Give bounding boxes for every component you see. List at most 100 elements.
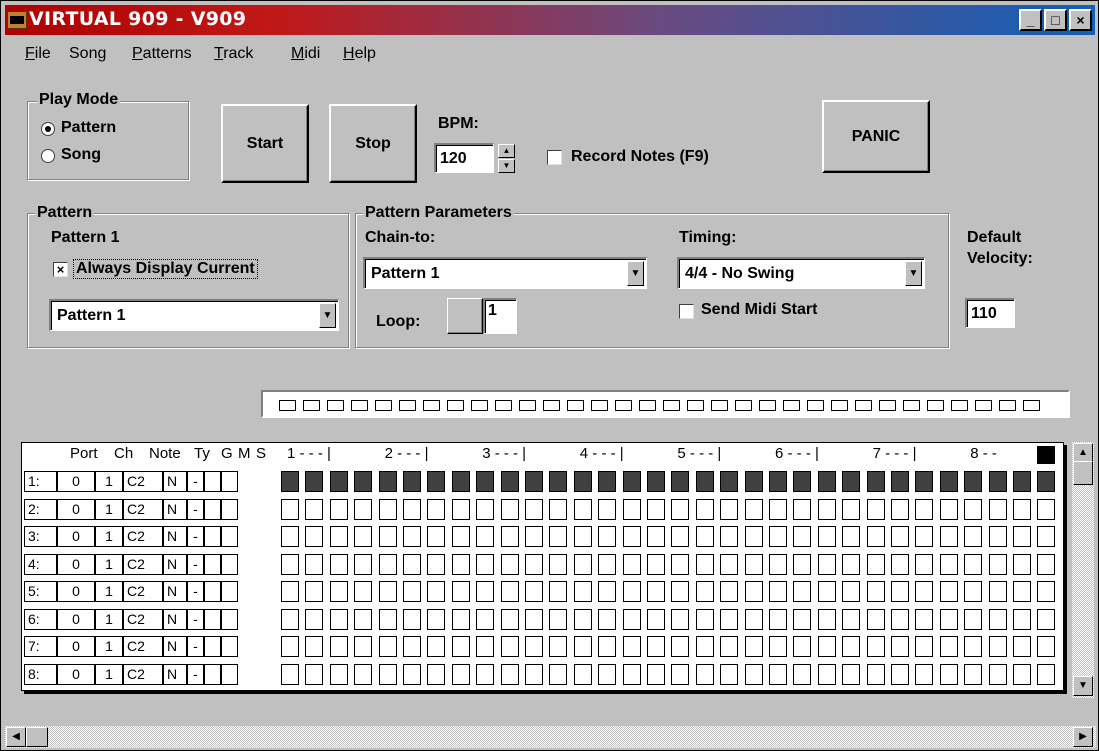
step-cell[interactable] (476, 608, 495, 630)
step-cell[interactable] (305, 663, 324, 685)
start-button[interactable]: Start (221, 104, 309, 183)
step-cell[interactable] (695, 663, 714, 685)
step-cell[interactable] (939, 581, 958, 602)
step-cell[interactable] (988, 608, 1007, 630)
step-cell[interactable] (549, 663, 568, 685)
step-cell[interactable] (647, 498, 665, 520)
step-cell[interactable] (988, 471, 1007, 492)
step-cell[interactable] (549, 581, 568, 602)
step-cell[interactable] (695, 608, 714, 630)
step-cell[interactable] (647, 581, 665, 602)
step-cell[interactable] (525, 553, 543, 575)
step-cell[interactable] (378, 553, 397, 575)
step-cell[interactable] (842, 663, 861, 685)
step-cell[interactable] (988, 581, 1007, 602)
step-cell[interactable] (842, 471, 861, 492)
step-cell[interactable] (500, 526, 519, 547)
track-ty-cell[interactable]: N (163, 608, 187, 630)
step-cell[interactable] (793, 471, 812, 492)
step-cell[interactable] (671, 526, 690, 547)
track-port-cell[interactable]: 0 (57, 636, 95, 657)
track-ty-cell[interactable]: N (163, 581, 187, 602)
step-cell[interactable] (866, 581, 885, 602)
step-cell[interactable] (866, 471, 885, 492)
step-cell[interactable] (793, 553, 812, 575)
step-cell[interactable] (891, 471, 909, 492)
step-cell[interactable] (817, 581, 836, 602)
minimize-button[interactable]: _ (1019, 9, 1042, 31)
step-cell[interactable] (793, 636, 812, 657)
step-cell[interactable] (891, 526, 909, 547)
radio-pattern-label[interactable]: Pattern (61, 119, 116, 137)
bpm-spin-up[interactable]: ▲ (498, 144, 515, 158)
step-cell[interactable] (281, 553, 299, 575)
step-cell[interactable] (647, 636, 665, 657)
step-cell[interactable] (842, 581, 861, 602)
step-cell[interactable] (964, 471, 983, 492)
pattern-select[interactable]: Pattern 1 ▼ (49, 299, 339, 331)
step-cell[interactable] (671, 663, 690, 685)
step-cell[interactable] (598, 608, 617, 630)
track-ty-cell[interactable]: N (163, 636, 187, 657)
track-num-cell[interactable]: 2: (24, 498, 57, 520)
title-bar[interactable]: VIRTUAL 909 - V909 _ □ × (5, 5, 1095, 35)
step-cell[interactable] (793, 663, 812, 685)
step-cell[interactable] (403, 498, 421, 520)
step-cell[interactable] (866, 498, 885, 520)
radio-song-label[interactable]: Song (61, 146, 101, 164)
step-cell[interactable] (647, 553, 665, 575)
step-cell[interactable] (964, 498, 983, 520)
step-cell[interactable] (549, 608, 568, 630)
step-cell[interactable] (1013, 526, 1031, 547)
step-cell[interactable] (769, 553, 787, 575)
step-cell[interactable] (720, 663, 739, 685)
step-cell[interactable] (281, 608, 299, 630)
step-cell[interactable] (378, 526, 397, 547)
step-cell[interactable] (451, 526, 470, 547)
step-cell[interactable] (720, 608, 739, 630)
step-cell[interactable] (695, 498, 714, 520)
step-cell[interactable] (525, 526, 543, 547)
step-cell[interactable] (939, 526, 958, 547)
track-port-cell[interactable]: 0 (57, 608, 95, 630)
track-note-cell[interactable]: C2 (123, 663, 163, 685)
step-cell[interactable] (647, 526, 665, 547)
step-cell[interactable] (866, 663, 885, 685)
step-cell[interactable] (842, 526, 861, 547)
step-cell[interactable] (671, 608, 690, 630)
track-ty-cell[interactable]: N (163, 498, 187, 520)
step-cell[interactable] (549, 498, 568, 520)
step-cell[interactable] (329, 553, 348, 575)
track-port-cell[interactable]: 0 (57, 526, 95, 547)
step-cell[interactable] (354, 526, 373, 547)
track-note-cell[interactable]: C2 (123, 526, 163, 547)
step-cell[interactable] (573, 581, 592, 602)
step-cell[interactable] (403, 471, 421, 492)
menu-help[interactable]: Help (343, 45, 376, 63)
chain-to-select[interactable]: Pattern 1 ▼ (363, 257, 647, 289)
step-cell[interactable] (573, 636, 592, 657)
track-m-cell[interactable] (204, 581, 221, 602)
scroll-down-button[interactable]: ▼ (1073, 676, 1093, 696)
vertical-scrollbar[interactable]: ▲ ▼ (1072, 442, 1094, 698)
step-cell[interactable] (305, 581, 324, 602)
step-cell[interactable] (671, 498, 690, 520)
track-g-cell[interactable]: - (187, 581, 204, 602)
step-cell[interactable] (1013, 471, 1031, 492)
step-cell[interactable] (573, 526, 592, 547)
step-cell[interactable] (329, 471, 348, 492)
track-m-cell[interactable] (204, 553, 221, 575)
step-cell[interactable] (866, 526, 885, 547)
step-cell[interactable] (525, 471, 543, 492)
step-cell[interactable] (915, 553, 934, 575)
menu-song[interactable]: Song (69, 45, 106, 63)
step-cell[interactable] (403, 608, 421, 630)
step-cell[interactable] (793, 608, 812, 630)
step-cell[interactable] (939, 553, 958, 575)
step-cell[interactable] (842, 498, 861, 520)
step-cell[interactable] (695, 471, 714, 492)
step-cell[interactable] (744, 553, 763, 575)
step-cell[interactable] (793, 581, 812, 602)
step-cell[interactable] (1037, 608, 1056, 630)
loop-spin-button[interactable] (447, 298, 483, 334)
